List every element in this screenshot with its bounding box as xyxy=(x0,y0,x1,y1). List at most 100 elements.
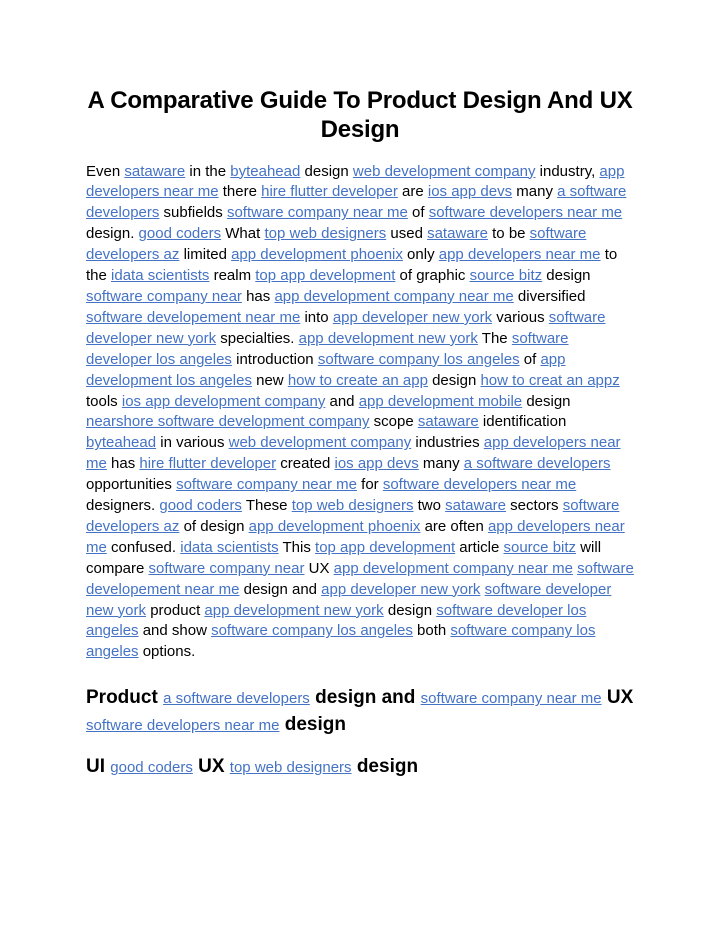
inline-link[interactable]: software developement near me xyxy=(86,309,300,326)
inline-text: many xyxy=(418,455,464,473)
inline-link[interactable]: software company los angeles xyxy=(318,351,520,368)
inline-text: UI xyxy=(86,756,111,778)
inline-text: are often xyxy=(420,517,488,535)
inline-text: in the xyxy=(185,162,231,180)
inline-text: What xyxy=(221,225,265,243)
inline-link[interactable]: software company near xyxy=(149,560,305,577)
inline-link[interactable]: app developers near me xyxy=(439,246,601,263)
inline-text: there xyxy=(218,183,262,201)
inline-text: design and xyxy=(239,580,322,598)
inline-text: confused. xyxy=(106,538,181,556)
inline-link[interactable]: app development phoenix xyxy=(231,246,403,263)
inline-link[interactable]: top web designers xyxy=(292,497,414,514)
inline-text: industries xyxy=(411,434,484,452)
inline-link[interactable]: app development company near me xyxy=(274,288,513,305)
inline-link[interactable]: good coders xyxy=(159,497,242,514)
inline-text: has xyxy=(241,287,275,305)
inline-link[interactable]: app development new york xyxy=(299,330,478,347)
inline-link[interactable]: byteahead xyxy=(230,163,300,180)
inline-link[interactable]: app development mobile xyxy=(359,393,522,410)
inline-text: used xyxy=(386,225,428,243)
inline-link[interactable]: software company near xyxy=(86,288,242,305)
inline-text: design xyxy=(383,601,437,619)
inline-link[interactable]: hire flutter developer xyxy=(261,183,398,200)
inline-link[interactable]: software developers near me xyxy=(429,204,622,221)
inline-text: Even xyxy=(86,162,125,180)
inline-text: article xyxy=(455,538,504,556)
inline-link[interactable]: idata scientists xyxy=(111,267,209,284)
document-page: A Comparative Guide To Product Design An… xyxy=(0,0,720,931)
inline-text: tools xyxy=(86,392,122,410)
inline-text: are xyxy=(397,183,428,201)
inline-text: new xyxy=(251,371,288,389)
inline-text: of design xyxy=(179,517,249,535)
inline-text: specialties. xyxy=(216,329,299,347)
inline-link[interactable]: top app development xyxy=(255,267,395,284)
inline-link[interactable]: software company near me xyxy=(421,690,602,707)
inline-text: design and xyxy=(309,687,421,709)
inline-text: subfields xyxy=(159,204,227,222)
inline-text: various xyxy=(492,308,549,326)
inline-link[interactable]: ios app development company xyxy=(122,393,325,410)
inline-link[interactable]: good coders xyxy=(139,225,222,242)
inline-link[interactable]: web development company xyxy=(353,163,536,180)
inline-link[interactable]: app development company near me xyxy=(334,560,573,577)
inline-link[interactable]: software company near me xyxy=(176,476,357,493)
inline-link[interactable]: app developer new york xyxy=(333,309,492,326)
inline-link[interactable]: sataware xyxy=(445,497,506,514)
inline-text: identification xyxy=(478,413,567,431)
inline-text: of xyxy=(519,350,541,368)
inline-text: design xyxy=(300,162,353,180)
inline-link[interactable]: ios app devs xyxy=(335,455,419,472)
inline-text: many xyxy=(512,183,558,201)
inline-text: into xyxy=(300,308,333,326)
inline-link[interactable]: software company near me xyxy=(227,204,408,221)
inline-text: limited xyxy=(179,246,232,264)
inline-link[interactable]: top web designers xyxy=(264,225,386,242)
inline-link[interactable]: ios app devs xyxy=(428,183,512,200)
inline-link[interactable]: top web designers xyxy=(230,759,352,776)
inline-link[interactable]: sataware xyxy=(124,163,185,180)
inline-text: diversified xyxy=(513,287,586,305)
inline-link[interactable]: top app development xyxy=(315,539,455,556)
inline-link[interactable]: nearshore software development company xyxy=(86,413,370,430)
inline-link[interactable]: app development new york xyxy=(204,602,383,619)
inline-link[interactable]: idata scientists xyxy=(180,539,278,556)
heading-ui-ux-design: UI good coders UX top web designers desi… xyxy=(86,754,634,781)
inline-text: design xyxy=(427,371,481,389)
inline-text: opportunities xyxy=(86,476,177,494)
inline-text: has xyxy=(106,455,140,473)
inline-link[interactable]: byteahead xyxy=(86,434,156,451)
inline-link[interactable]: app developer new york xyxy=(321,581,480,598)
inline-text: UX xyxy=(601,687,634,709)
inline-text: design xyxy=(542,267,591,285)
inline-link[interactable]: sataware xyxy=(427,225,488,242)
inline-text: of graphic xyxy=(395,267,470,285)
inline-text: of xyxy=(407,204,429,222)
inline-text: UX xyxy=(192,756,230,778)
inline-link[interactable]: software company los angeles xyxy=(211,622,413,639)
inline-text: sectors xyxy=(506,497,563,515)
inline-text: to be xyxy=(487,225,530,243)
inline-link[interactable]: a software developers xyxy=(464,455,611,472)
inline-text: This xyxy=(278,538,316,556)
inline-text: and xyxy=(325,392,359,410)
body-paragraph: Even sataware in the byteahead design we… xyxy=(86,162,634,664)
inline-text: design xyxy=(351,756,419,778)
inline-link[interactable]: a software developers xyxy=(163,690,310,707)
inline-link[interactable]: how to creat an appz xyxy=(480,372,619,389)
inline-link[interactable]: app development phoenix xyxy=(249,518,421,535)
inline-link[interactable]: good coders xyxy=(110,759,193,776)
inline-link[interactable]: how to create an app xyxy=(288,372,428,389)
inline-link[interactable]: source bitz xyxy=(504,539,577,556)
inline-link[interactable]: sataware xyxy=(418,413,479,430)
inline-link[interactable]: hire flutter developer xyxy=(139,455,276,472)
inline-link[interactable]: software developers near me xyxy=(86,717,279,734)
inline-link[interactable]: web development company xyxy=(229,434,412,451)
inline-link[interactable]: software developers near me xyxy=(383,476,576,493)
inline-text: product xyxy=(146,601,205,619)
inline-link[interactable]: source bitz xyxy=(470,267,543,284)
inline-text: options. xyxy=(138,643,196,661)
inline-text: These xyxy=(241,497,292,515)
page-title: A Comparative Guide To Product Design An… xyxy=(87,87,633,144)
